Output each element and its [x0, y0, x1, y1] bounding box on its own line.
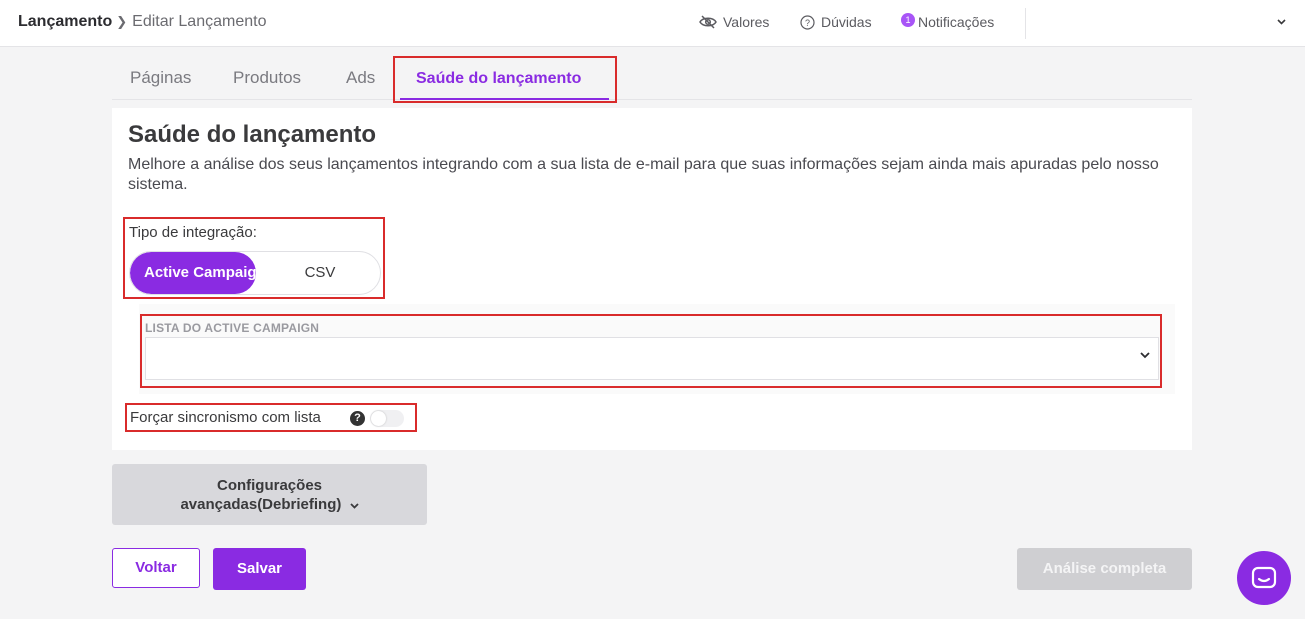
list-section-highlight — [140, 314, 1162, 388]
save-button[interactable]: Salvar — [213, 548, 306, 590]
chat-icon — [1251, 566, 1277, 589]
breadcrumb-root[interactable]: Lançamento — [18, 13, 112, 31]
top-bar: Lançamento ❯ Editar Lançamento Valores ?… — [0, 0, 1305, 47]
advanced-settings-label-line1: Configurações — [216, 477, 322, 494]
help-icon[interactable]: ? — [350, 411, 365, 426]
nav-notificacoes[interactable]: 1 Notificações — [901, 13, 995, 30]
notification-badge-icon: 1 — [901, 13, 915, 27]
page-title: Saúde do lançamento — [128, 121, 377, 148]
tab-active-underline — [400, 98, 609, 100]
chevron-down-icon — [349, 503, 359, 509]
tab-paginas[interactable]: Páginas — [130, 68, 191, 88]
nav-valores[interactable]: Valores — [699, 14, 769, 30]
nav-duvidas[interactable]: ? Dúvidas — [800, 14, 872, 30]
user-menu-chevron-down-icon[interactable] — [1277, 14, 1286, 28]
nav-valores-label: Valores — [723, 14, 770, 30]
nav-notificacoes-label: Notificações — [918, 14, 995, 30]
integration-option-csv[interactable]: CSV — [270, 252, 370, 294]
tabs-bar: Páginas Produtos Ads Saúde do lançamento — [112, 56, 1192, 103]
topbar-divider — [1025, 8, 1026, 39]
advanced-settings-label-line2: avançadas(Debriefing) — [180, 496, 342, 513]
nav-duvidas-label: Dúvidas — [821, 14, 872, 30]
breadcrumb: Lançamento ❯ Editar Lançamento — [18, 13, 266, 31]
back-button[interactable]: Voltar — [112, 548, 200, 588]
integration-type-section: Tipo de integração: Active Campaign CSV — [123, 217, 385, 299]
question-circle-icon: ? — [800, 14, 815, 30]
svg-text:?: ? — [805, 18, 810, 28]
tab-ads[interactable]: Ads — [346, 68, 375, 88]
launch-health-card: Saúde do lançamento Melhore a análise do… — [112, 108, 1192, 450]
eye-off-icon — [699, 15, 717, 29]
advanced-settings-label-row: avançadas(Debriefing) — [112, 495, 427, 514]
toggle-knob — [371, 411, 386, 426]
tab-produtos[interactable]: Produtos — [233, 68, 301, 88]
chat-launcher-button[interactable] — [1237, 551, 1291, 605]
integration-type-label: Tipo de integração: — [129, 224, 257, 241]
integration-type-toggle: Active Campaign CSV — [129, 251, 381, 295]
page-description: Melhore a análise dos seus lançamentos i… — [128, 156, 1159, 193]
breadcrumb-current: Editar Lançamento — [132, 13, 267, 30]
integration-option-active-campaign[interactable]: Active Campaign — [130, 252, 256, 294]
force-sync-label: Forçar sincronismo com lista — [130, 409, 321, 426]
tab-saude-do-lancamento[interactable]: Saúde do lançamento — [416, 70, 581, 88]
force-sync-section: Forçar sincronismo com lista ? — [125, 403, 417, 432]
advanced-settings-button[interactable]: Configurações avançadas(Debriefing) — [112, 464, 427, 525]
full-analysis-button[interactable]: Análise completa — [1017, 548, 1192, 590]
force-sync-toggle[interactable] — [370, 410, 404, 427]
breadcrumb-separator-icon: ❯ — [116, 14, 128, 29]
